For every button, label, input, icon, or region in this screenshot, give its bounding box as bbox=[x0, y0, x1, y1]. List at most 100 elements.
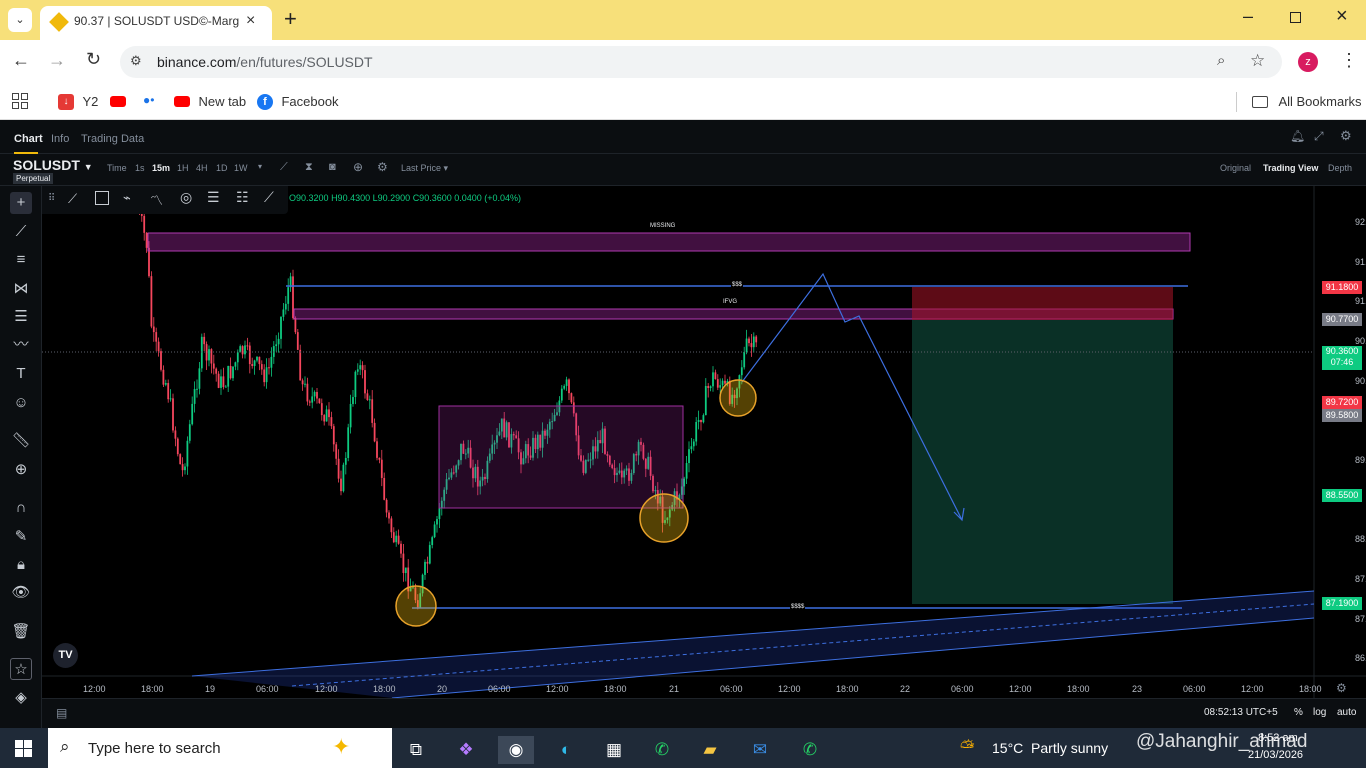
trendline-icon[interactable]: ⟋ bbox=[10, 221, 32, 243]
horizontal-lines-icon[interactable]: ≡ bbox=[10, 249, 32, 271]
swing-low-marker-2[interactable] bbox=[639, 493, 689, 543]
eye-icon[interactable]: 👁︎ bbox=[10, 582, 32, 604]
bookmark-y2[interactable]: ↓ Y2 bbox=[58, 93, 98, 111]
trash-icon[interactable]: 🗑︎ bbox=[10, 621, 32, 643]
interval-4h[interactable]: 4H bbox=[196, 163, 208, 173]
price-type-dropdown[interactable]: Last Price ▾ bbox=[401, 163, 448, 174]
tradingview-logo-icon[interactable]: TV bbox=[53, 643, 78, 668]
profile-avatar[interactable]: z bbox=[1298, 52, 1318, 72]
text-icon[interactable]: T bbox=[10, 363, 32, 385]
ascending-channel[interactable] bbox=[192, 591, 1314, 698]
draw-polyline-icon[interactable]: 〽 bbox=[150, 190, 163, 209]
site-info-icon[interactable]: ⚙ bbox=[130, 53, 142, 69]
price-chart[interactable]: ⠿ ⟋ ⌁ 〽 ◎ ☰ ☷ ⟋ O90.3200 H90.4300 L90.29… bbox=[42, 186, 1366, 698]
gear-icon[interactable]: ⚙ bbox=[377, 160, 388, 174]
draw-trend-icon[interactable]: ⟋ bbox=[68, 191, 77, 207]
lock-icon[interactable]: 🔒︎ bbox=[10, 554, 32, 576]
zoom-icon[interactable]: ⌕ bbox=[1217, 52, 1225, 69]
draw-position-icon[interactable]: ☷ bbox=[236, 189, 249, 206]
view-trading-view[interactable]: Trading View bbox=[1263, 163, 1318, 173]
edge-icon[interactable]: ◐ bbox=[548, 736, 584, 764]
apps-grid-icon[interactable] bbox=[12, 93, 28, 109]
draw-circle-icon[interactable]: ◎ bbox=[180, 189, 192, 206]
whatsapp-icon[interactable]: ✆ bbox=[644, 736, 680, 764]
draw-rect-icon[interactable] bbox=[95, 191, 109, 205]
back-arrow-icon[interactable]: ← bbox=[12, 50, 30, 71]
favorite-star-icon[interactable]: ☆ bbox=[10, 658, 32, 680]
range-box[interactable] bbox=[438, 405, 684, 509]
tab-trading-data[interactable]: Trading Data bbox=[81, 133, 144, 145]
view-depth[interactable]: Depth bbox=[1328, 163, 1352, 173]
chrome-icon[interactable]: ◉ bbox=[498, 736, 534, 764]
interval-time[interactable]: Time bbox=[107, 163, 127, 173]
pitchfork-icon[interactable]: ⋈ bbox=[10, 278, 32, 300]
camera-icon[interactable]: ◙ bbox=[329, 161, 336, 173]
drag-handle-icon[interactable]: ⠿ bbox=[48, 193, 55, 204]
close-window-button[interactable]: × bbox=[1336, 5, 1348, 28]
expand-icon[interactable]: ⤢ bbox=[1314, 129, 1324, 144]
lock-drawing-icon[interactable]: ✎ bbox=[10, 526, 32, 548]
axis-settings-icon[interactable]: ⚙ bbox=[1336, 681, 1347, 695]
symbol-selector[interactable]: SOLUSDT ▼ bbox=[13, 157, 93, 173]
interval-1d[interactable]: 1D bbox=[216, 163, 228, 173]
settings-icon[interactable]: ⚙ bbox=[1340, 128, 1352, 144]
date-range-icon[interactable]: ▤ bbox=[56, 706, 67, 720]
url-box[interactable]: ⚙ binance.com/en/futures/SOLUSDT ⌕ ☆ bbox=[120, 46, 1282, 78]
youtube-icon[interactable] bbox=[110, 96, 126, 107]
interval-1s[interactable]: 1s bbox=[135, 163, 145, 173]
short-position-target[interactable] bbox=[912, 320, 1173, 604]
short-position-stop[interactable] bbox=[912, 287, 1173, 320]
draw-line-icon[interactable]: ⟋ bbox=[264, 189, 274, 206]
bookmark-new-tab[interactable]: New tab bbox=[174, 93, 246, 111]
missing-zone[interactable] bbox=[147, 232, 1191, 252]
layers-icon[interactable]: ◈ bbox=[10, 687, 32, 709]
bookmark-star-icon[interactable]: ☆ bbox=[1250, 51, 1265, 71]
chart-type-icon[interactable]: ⟋ bbox=[280, 161, 288, 174]
windows-start-icon[interactable] bbox=[15, 740, 32, 757]
weather-icon[interactable]: ⛅︎ bbox=[960, 737, 974, 758]
auto-toggle[interactable]: auto bbox=[1337, 707, 1356, 718]
chart-canvas[interactable] bbox=[42, 186, 1366, 698]
interval-1w[interactable]: 1W bbox=[234, 163, 248, 173]
magnet-icon[interactable]: ∩ bbox=[10, 497, 32, 519]
interval-dropdown-icon[interactable]: ▾ bbox=[258, 162, 262, 171]
all-bookmarks[interactable]: All Bookmarks bbox=[1252, 93, 1362, 111]
bell-icon[interactable]: 🔔︎ bbox=[1290, 129, 1305, 143]
reload-icon[interactable]: ↻ bbox=[86, 49, 101, 70]
log-toggle[interactable]: log bbox=[1313, 707, 1326, 718]
fib-icon[interactable]: ☰ bbox=[10, 306, 32, 328]
indicators-icon[interactable]: ⧗ bbox=[305, 161, 313, 174]
interval-1h[interactable]: 1H bbox=[177, 163, 189, 173]
bookmark-facebook[interactable]: f Facebook bbox=[257, 93, 339, 111]
view-original[interactable]: Original bbox=[1220, 163, 1251, 173]
outlook-icon[interactable]: ✉ bbox=[742, 736, 778, 764]
task-view-icon[interactable]: ⧉ bbox=[398, 736, 434, 764]
zoom-in-icon[interactable]: ⊕ bbox=[10, 459, 32, 481]
crosshair-icon[interactable]: + bbox=[10, 192, 32, 214]
minimize-button[interactable]: – bbox=[1243, 6, 1253, 27]
bookmark-dots-icon[interactable]: ●• bbox=[143, 93, 154, 107]
swing-low-marker-1[interactable] bbox=[395, 585, 437, 627]
forward-arrow-icon[interactable]: → bbox=[48, 50, 66, 71]
store-icon[interactable]: ▦ bbox=[596, 736, 632, 764]
tab-info[interactable]: Info bbox=[51, 133, 69, 145]
draw-path-icon[interactable]: ⌁ bbox=[123, 190, 131, 206]
active-tab[interactable]: 90.37 | SOLUSDT USD©-Margin × bbox=[40, 6, 272, 40]
interval-15m[interactable]: 15m bbox=[152, 163, 170, 173]
tab-close-icon[interactable]: × bbox=[246, 12, 255, 30]
file-explorer-icon[interactable]: ▰ bbox=[692, 736, 728, 764]
tab-search-button[interactable]: ⌄ bbox=[8, 8, 32, 32]
new-tab-button[interactable]: + bbox=[284, 6, 297, 32]
utc-clock[interactable]: 08:52:13 UTC+5 bbox=[1204, 707, 1278, 718]
ruler-icon[interactable]: 📏︎ bbox=[10, 430, 32, 452]
maximize-button[interactable] bbox=[1290, 12, 1301, 23]
pattern-icon[interactable]: 〰 bbox=[10, 334, 32, 356]
emoji-icon[interactable]: ☺ bbox=[10, 392, 32, 414]
draw-range-icon[interactable]: ☰ bbox=[207, 189, 220, 206]
tab-chart[interactable]: Chart bbox=[14, 133, 43, 145]
copilot-icon[interactable]: ❖ bbox=[448, 736, 484, 764]
taskbar-search-box[interactable]: ⌕ Type here to search ✦ bbox=[48, 728, 392, 768]
menu-dots-icon[interactable]: ⋮ bbox=[1340, 50, 1358, 71]
add-icon[interactable]: ⊕ bbox=[353, 160, 363, 174]
percent-toggle[interactable]: % bbox=[1294, 707, 1303, 718]
